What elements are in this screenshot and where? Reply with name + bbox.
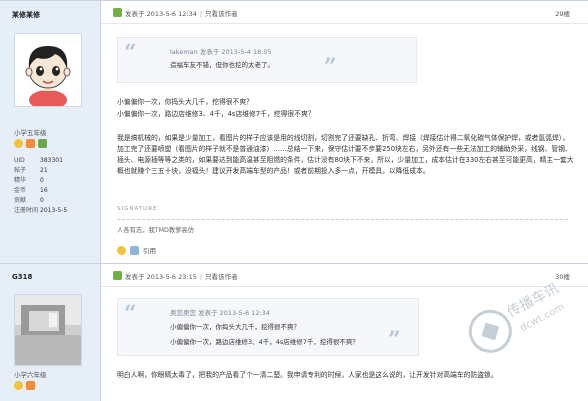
stat-digest: 精华 0: [14, 177, 44, 184]
avatar[interactable]: [14, 33, 82, 110]
quote-block: “ 奥您奥您 发表于 2013-5-6 12:34 小偏偏你一次，你捣头大几千，…: [117, 298, 419, 356]
view-author-link[interactable]: 只看该作者: [205, 10, 238, 18]
post-time: 发表于 2013-5-6 23:15 | 只看该作者: [125, 273, 238, 281]
user-stats: UID 383301 帖子 21 精华 0 金币 16 贡献 0 注册时间 2013-5-5: [14, 156, 84, 216]
stat-register-date: 注册时间 2013-5-5: [14, 207, 68, 214]
view-author-link[interactable]: 只看该作者: [205, 273, 238, 281]
open-quote-icon: “: [124, 301, 137, 327]
post-footer: 引用: [117, 245, 156, 255]
signature: 人各有志，我TMD教爹高仿: [117, 227, 195, 234]
post-29: 某修某修 小学五年级 UID 383301 帖子 21 精华 0 金币 16 贡…: [0, 0, 588, 264]
author-sidebar: G318 小学六年级: [0, 264, 101, 401]
smiley-icon: [14, 139, 23, 148]
stat-posts: 帖子 21: [14, 167, 48, 174]
user-rank: 小学六年级: [14, 371, 47, 379]
quote-text: 造福车友不错，但你也挖的太老了。: [170, 61, 274, 69]
signature-divider: [117, 219, 568, 220]
post-paragraph: 我是搞机械的，如果是少量加工，看图片的样子应该是用的线切割，切割完了还要缺孔、折…: [117, 134, 574, 175]
author-sidebar: 某修某修 小学五年级 UID 383301 帖子 21 精华 0 金币 16 贡…: [0, 1, 101, 264]
close-quote-icon: ”: [324, 54, 337, 80]
quote-icon[interactable]: [130, 245, 139, 255]
post-header: 发表于 2013-5-6 12:34 | 只看该作者 29楼: [101, 1, 588, 24]
forum-thread: 某修某修 小学五年级 UID 383301 帖子 21 精华 0 金币 16 贡…: [0, 0, 588, 401]
open-quote-icon: “: [124, 40, 137, 66]
quote-block: “ lakeman 发表于 2013-5-4 18:05 造福车友不错，但你也挖…: [117, 37, 417, 83]
badge-icon: [38, 139, 47, 148]
medal-icon: [26, 381, 35, 390]
floor-number[interactable]: 29楼: [555, 8, 570, 18]
quote-reply-link[interactable]: 引用: [143, 245, 156, 255]
close-quote-icon: ”: [388, 327, 401, 353]
author-name[interactable]: 某修某修: [12, 10, 40, 20]
rank-icons: [14, 139, 47, 148]
stat-coins: 金币 16: [14, 187, 48, 194]
quote-author: lakeman 发表于 2013-5-4 18:05: [170, 48, 272, 56]
reaction-icon[interactable]: [117, 245, 126, 255]
quote-text: 小偏偏你一次，你捣头大几千，挖得很不爽？: [170, 323, 300, 331]
signature-heading: SIGNATURE: [117, 206, 158, 212]
medal-icon: [26, 139, 35, 148]
user-rank: 小学五年级: [14, 129, 47, 137]
online-status-icon: [113, 8, 122, 17]
post-line: 小偏偏你一次，你捣头大几千，挖得很不爽？: [117, 98, 253, 106]
avatar[interactable]: [14, 294, 82, 366]
stat-contribution: 贡献 0: [14, 197, 44, 204]
stat-uid: UID 383301: [14, 157, 63, 164]
post-paragraph: 明白人啊，你眼睛太毒了，把我的产品看了个一清二楚。我申请专利的时候，人家也是这么…: [117, 371, 498, 379]
post-time: 发表于 2013-5-6 12:34 | 只看该作者: [125, 10, 238, 18]
post-line: 小偏偏你一次，路边店维修3、4千，4s店维修7千，挖得很不爽？: [117, 110, 315, 118]
quote-text: 小偏偏你一次，路边店维修3、4千，4s店维修7千，挖得很不爽？: [170, 338, 359, 346]
author-name[interactable]: G318: [12, 273, 32, 281]
smiley-icon: [14, 381, 23, 390]
post-content: 发表于 2013-5-6 12:34 | 只看该作者 29楼 “ lakeman 发…: [101, 1, 588, 264]
rank-icons: [14, 381, 35, 390]
quote-author: 奥您奥您 发表于 2013-5-6 12:34: [170, 309, 270, 317]
online-status-icon: [113, 271, 122, 280]
